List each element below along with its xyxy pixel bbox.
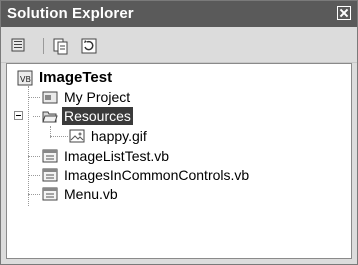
solution-explorer-window: Solution Explorer VB ImageTest My Projec… xyxy=(0,0,358,265)
properties-button[interactable] xyxy=(9,36,29,56)
tree-item-label: happy.gif xyxy=(91,128,147,144)
close-button[interactable] xyxy=(337,6,351,20)
tree-line xyxy=(28,194,40,196)
tree-line xyxy=(50,136,68,138)
show-all-files-icon xyxy=(53,38,68,55)
svg-text:VB: VB xyxy=(20,75,31,84)
root-label: ImageTest xyxy=(39,69,113,86)
refresh-icon xyxy=(81,38,97,54)
window-title: Solution Explorer xyxy=(7,5,134,22)
image-file-icon xyxy=(69,129,85,143)
toolbar-separator xyxy=(43,38,44,54)
tree-item-label: Resources xyxy=(62,107,133,125)
tree-line xyxy=(28,97,40,99)
vb-project-icon: VB xyxy=(17,70,33,86)
tree-item-label: My Project xyxy=(64,89,131,105)
tree-line xyxy=(28,86,30,206)
form-file-icon xyxy=(42,187,58,201)
tree-line xyxy=(33,116,40,118)
title-bar: Solution Explorer xyxy=(1,1,357,27)
folder-open-icon xyxy=(42,111,58,123)
form-file-icon xyxy=(42,168,58,182)
toolbar xyxy=(1,28,357,63)
show-all-files-button[interactable] xyxy=(51,36,71,56)
collapse-resources-toggle[interactable] xyxy=(14,111,23,120)
refresh-button[interactable] xyxy=(79,36,99,56)
form-file-icon xyxy=(42,149,58,163)
tree-line xyxy=(28,156,40,158)
tree-item-label: ImageListTest.vb xyxy=(64,148,170,164)
tree-line xyxy=(28,175,40,177)
tree-item-label: Menu.vb xyxy=(64,186,118,202)
my-project-icon xyxy=(42,91,58,104)
tree-item-label: ImagesInCommonControls.vb xyxy=(64,167,250,183)
solution-tree: VB ImageTest My Project Resources happy.… xyxy=(6,63,352,259)
properties-icon xyxy=(11,38,25,52)
